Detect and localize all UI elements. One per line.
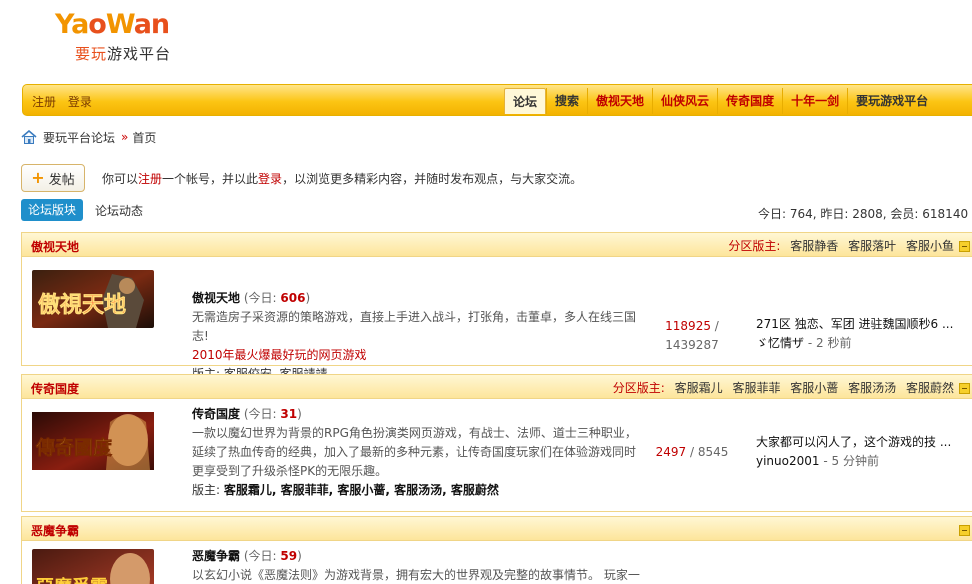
nav-menu: 论坛 搜索 傲视天地 仙侠风云 传奇国度 十年一剑 要玩游戏平台 xyxy=(504,88,936,114)
breadcrumb-forum[interactable]: 要玩平台论坛 xyxy=(43,129,115,146)
forum-banner-image[interactable]: 傳奇國度 xyxy=(32,407,154,475)
last-post-time: - 2 秒前 xyxy=(807,336,852,350)
breadcrumb-separator: » xyxy=(121,130,129,144)
forum-stats: 今日: 764, 昨日: 2808, 会员: 618140 xyxy=(758,207,969,221)
moderator-link[interactable]: 客服落叶 xyxy=(848,239,896,253)
logo-mark: YaoWan xyxy=(55,9,170,40)
forum-moderators: 版主: 客服霜儿, 客服菲菲, 客服小蔷, 客服汤汤, 客服蔚然 xyxy=(192,483,499,497)
forum-moderator-names[interactable]: 客服霜儿, 客服菲菲, 客服小蔷, 客服汤汤, 客服蔚然 xyxy=(224,483,499,497)
nav-item-search[interactable]: 搜索 xyxy=(546,88,587,114)
main-navbar: 注册 登录 论坛 搜索 傲视天地 仙侠风云 传奇国度 十年一剑 要玩游戏平台 xyxy=(22,84,972,116)
forum-title[interactable]: 恶魔争霸 xyxy=(192,549,240,563)
thread-count: 118925 xyxy=(665,319,711,333)
forum-row: 惡魔爭霸 恶魔争霸 (今日: 59) 以玄幻小说《恶魔法则》为游戏背景，拥有宏大… xyxy=(22,541,972,584)
nav-item-platform[interactable]: 要玩游戏平台 xyxy=(847,88,936,114)
account-links: 注册 登录 xyxy=(32,93,100,110)
section-title[interactable]: 传奇国度 xyxy=(31,380,79,397)
forum-description: 一款以魔幻世界为背景的RPG角色扮演类网页游戏，有战士、法师、道士三种职业，延续… xyxy=(192,426,637,478)
forum-counts: 118925 / 1439287 xyxy=(652,317,732,355)
register-link[interactable]: 注册 xyxy=(32,95,56,109)
forum-banner-image[interactable]: 傲視天地 xyxy=(32,270,154,328)
site-logo[interactable]: YaoWan 要玩游戏平台 xyxy=(55,10,195,68)
home-icon[interactable] xyxy=(21,130,37,144)
plus-icon: + xyxy=(31,168,45,187)
today-posts: (今日: 606) xyxy=(243,291,311,305)
header: YaoWan 要玩游戏平台 xyxy=(0,0,972,82)
last-post-time: - 5 分钟前 xyxy=(823,454,879,468)
breadcrumb: 要玩平台论坛 » 首页 xyxy=(21,128,156,146)
today-posts: (今日: 31) xyxy=(243,407,302,421)
moderator-link[interactable]: 客服静香 xyxy=(790,239,838,253)
section-header: 傲视天地 分区版主: 客服静香 客服落叶 客服小鱼 xyxy=(22,233,972,257)
moderator-link[interactable]: 客服汤汤 xyxy=(848,381,896,395)
last-post-title[interactable]: 大家都可以闪人了，这个游戏的技 ... xyxy=(756,433,966,452)
post-count: 8545 xyxy=(697,445,729,459)
collapse-icon[interactable] xyxy=(959,525,970,536)
section-title[interactable]: 傲视天地 xyxy=(31,238,79,255)
thread-count: 2497 xyxy=(655,445,687,459)
nav-item-chuanqi[interactable]: 传奇国度 xyxy=(717,88,782,114)
last-post-author[interactable]: yinuo2001 xyxy=(756,454,820,468)
welcome-login-link[interactable]: 登录 xyxy=(258,172,282,186)
collapse-icon[interactable] xyxy=(959,383,970,394)
forum-highlight-link[interactable]: 2010年最火爆最好玩的网页游戏 xyxy=(192,346,642,365)
collapse-icon[interactable] xyxy=(959,241,970,252)
new-post-label: 发帖 xyxy=(48,172,75,188)
new-post-button[interactable]: + 发帖 xyxy=(21,164,85,192)
moderator-link[interactable]: 客服霜儿 xyxy=(675,381,723,395)
forum-title[interactable]: 傲视天地 xyxy=(192,291,240,305)
forum-banner-image[interactable]: 惡魔爭霸 xyxy=(32,549,154,584)
nav-item-aoshi[interactable]: 傲视天地 xyxy=(587,88,652,114)
section-moderators: 分区版主: 客服霜儿 客服菲菲 客服小蔷 客服汤汤 客服蔚然 xyxy=(612,381,954,395)
breadcrumb-current: 首页 xyxy=(132,130,157,145)
last-post-author[interactable]: ゞ忆情ザ xyxy=(756,336,804,350)
svg-text:傲視天地: 傲視天地 xyxy=(38,292,126,318)
section-aoshi: 傲视天地 分区版主: 客服静香 客服落叶 客服小鱼 傲視天地 傲视天地 (今日:… xyxy=(21,232,972,381)
svg-text:惡魔爭霸: 惡魔爭霸 xyxy=(36,576,108,584)
login-link[interactable]: 登录 xyxy=(68,95,92,109)
today-posts: (今日: 59) xyxy=(243,549,302,563)
forum-info: 傲视天地 (今日: 606) 无需造房子采资源的策略游戏，直接上手进入战斗，打张… xyxy=(192,289,642,384)
moderator-link[interactable]: 客服小鱼 xyxy=(906,239,954,253)
svg-text:傳奇國度: 傳奇國度 xyxy=(35,436,113,459)
last-post: 大家都可以闪人了，这个游戏的技 ... yinuo2001 - 5 分钟前 xyxy=(756,433,966,471)
forum-info: 传奇国度 (今日: 31) 一款以魔幻世界为背景的RPG角色扮演类网页游戏，有战… xyxy=(192,405,642,500)
section-title[interactable]: 恶魔争霸 xyxy=(31,522,79,539)
forum-row: 傲視天地 傲视天地 (今日: 606) 无需造房子采资源的策略游戏，直接上手进入… xyxy=(22,257,972,381)
post-count: 1439287 xyxy=(665,338,719,352)
nav-item-xianxia[interactable]: 仙侠风云 xyxy=(652,88,717,114)
tab-forum-boards[interactable]: 论坛版块 xyxy=(21,199,83,221)
section-header: 传奇国度 分区版主: 客服霜儿 客服菲菲 客服小蔷 客服汤汤 客服蔚然 xyxy=(22,375,972,399)
section-chuanqi: 传奇国度 分区版主: 客服霜儿 客服菲菲 客服小蔷 客服汤汤 客服蔚然 傳奇國度… xyxy=(21,374,972,512)
tab-forum-activity[interactable]: 论坛动态 xyxy=(95,202,143,219)
last-post: 271区 独恋、军团 进驻魏国顺秒6 ... ゞ忆情ザ - 2 秒前 xyxy=(756,315,966,353)
logo-tagline: 要玩游戏平台 xyxy=(75,45,172,63)
section-header: 恶魔争霸 xyxy=(22,517,972,541)
forum-counts: 2497 / 8545 xyxy=(655,445,729,459)
welcome-message: 你可以注册一个帐号，并以此登录，以浏览更多精彩内容，并随时发布观点，与大家交流。 xyxy=(102,172,583,186)
nav-item-shinian[interactable]: 十年一剑 xyxy=(782,88,847,114)
forum-title[interactable]: 传奇国度 xyxy=(192,407,240,421)
section-moderators: 分区版主: 客服静香 客服落叶 客服小鱼 xyxy=(728,239,954,253)
moderator-link[interactable]: 客服蔚然 xyxy=(906,381,954,395)
forum-row: 傳奇國度 传奇国度 (今日: 31) 一款以魔幻世界为背景的RPG角色扮演类网页… xyxy=(22,399,972,511)
welcome-register-link[interactable]: 注册 xyxy=(138,172,162,186)
forum-description: 以玄幻小说《恶魔法则》为游戏背景，拥有宏大的世界观及完整的故事情节。 玩家一 xyxy=(192,568,640,582)
moderator-link[interactable]: 客服菲菲 xyxy=(732,381,780,395)
forum-description: 无需造房子采资源的策略游戏，直接上手进入战斗，打张角，击董卓，多人在线三国志! xyxy=(192,310,637,343)
nav-item-forum[interactable]: 论坛 xyxy=(504,88,547,114)
moderator-link[interactable]: 客服小蔷 xyxy=(790,381,838,395)
forum-info: 恶魔争霸 (今日: 59) 以玄幻小说《恶魔法则》为游戏背景，拥有宏大的世界观及… xyxy=(192,547,642,584)
section-emo: 恶魔争霸 惡魔爭霸 恶魔争霸 (今日: 59) 以玄幻小说《恶魔法则》为游戏背景… xyxy=(21,516,972,584)
last-post-title[interactable]: 271区 独恋、军团 进驻魏国顺秒6 ... xyxy=(756,315,966,334)
